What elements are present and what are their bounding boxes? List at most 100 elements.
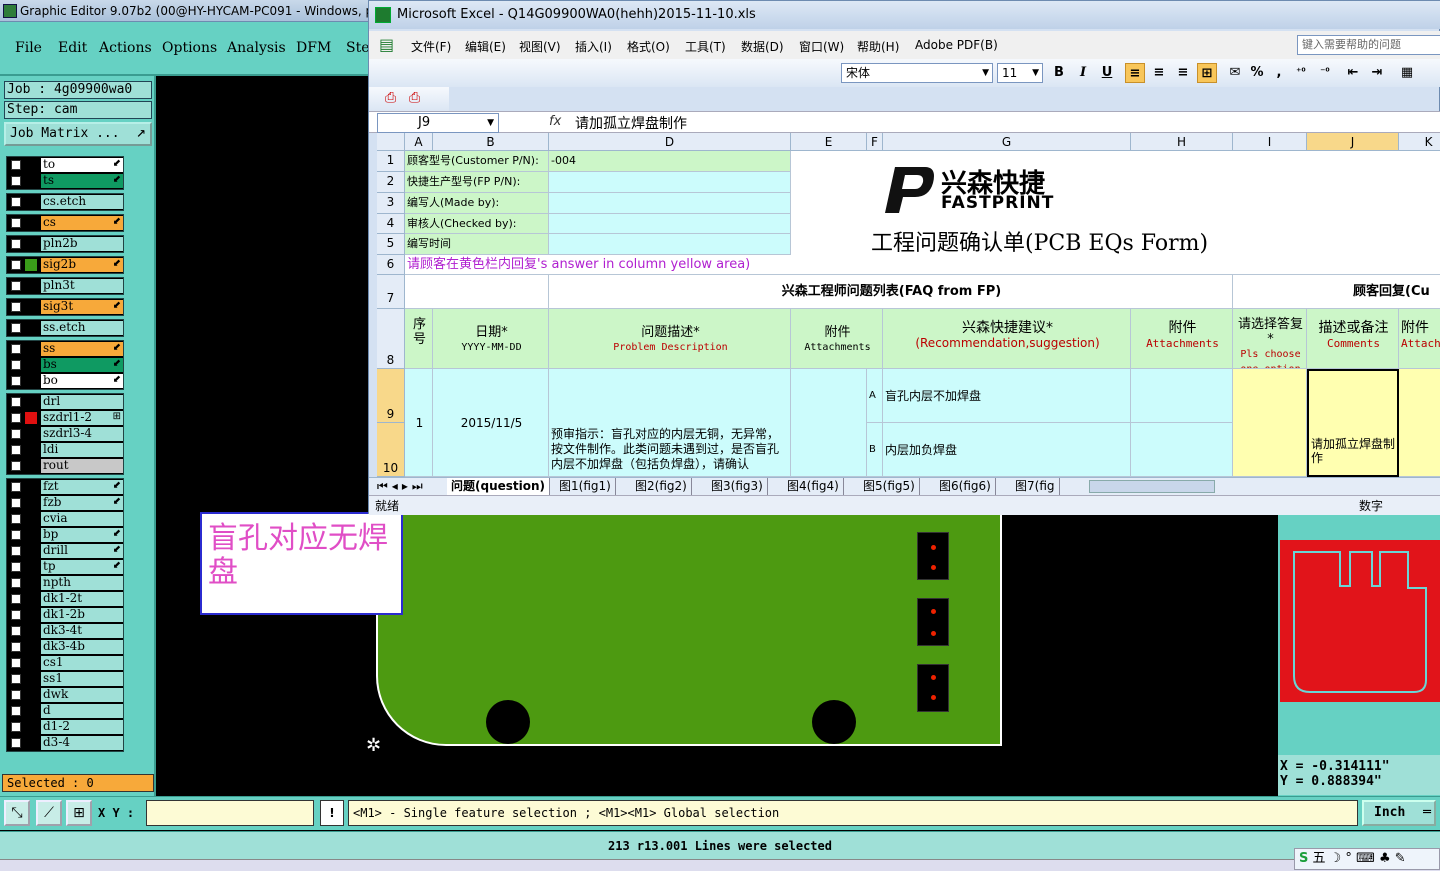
column-header-b[interactable]: B (433, 133, 549, 151)
increase-decimal-button[interactable]: ⁺⁰ (1291, 63, 1311, 83)
cell-customer-reply-header[interactable]: 顾客回复(Cu (1233, 275, 1440, 309)
menu-adobe-pdf[interactable]: Adobe PDF(B) (915, 38, 998, 52)
layer-name[interactable]: tp (41, 560, 123, 574)
layer-name[interactable]: ts (41, 174, 123, 188)
layer-checkbox[interactable] (11, 690, 21, 700)
cell-fp-pn-value[interactable] (549, 172, 791, 193)
cell-comments-header[interactable]: 描述或备注 Comments (1307, 309, 1399, 369)
layer-color-swatch[interactable] (25, 375, 37, 387)
layer-name[interactable]: drl (41, 395, 123, 409)
name-box[interactable]: J9 ▼ (377, 113, 499, 133)
layer-row-bp[interactable]: bp ⬋ (7, 527, 125, 543)
cell-fp-pn-label[interactable]: 快捷生产型号(FP P/N): (405, 172, 549, 193)
layer-checkbox[interactable] (11, 578, 21, 588)
pdf-email-icon[interactable]: ⎙ (409, 90, 420, 106)
cell-date-value[interactable] (549, 234, 791, 255)
layer-row-dwk[interactable]: dwk (7, 687, 125, 703)
cell-problem-header[interactable]: 问题描述* Problem Description (549, 309, 791, 369)
layer-name[interactable]: sig3t (41, 300, 123, 314)
layer-checkbox[interactable] (11, 323, 21, 333)
tab-question[interactable]: 问题(question) (447, 478, 551, 496)
layer-checkbox[interactable] (11, 642, 21, 652)
layer-row-d3-4[interactable]: d3-4 (7, 735, 125, 751)
layer-row-ts[interactable]: ts ⬋ (7, 173, 125, 189)
tab-fig4[interactable]: 图4(fig4) (783, 478, 844, 496)
layer-color-swatch[interactable] (25, 217, 37, 229)
layer-color-swatch[interactable] (25, 721, 37, 733)
layer-name[interactable]: bp (41, 528, 123, 542)
cell-made-by-value[interactable] (549, 193, 791, 214)
layer-checkbox[interactable] (11, 546, 21, 556)
column-header-h[interactable]: H (1131, 133, 1233, 151)
cell-customer-pn-value[interactable]: -004 (549, 151, 791, 172)
fx-icon[interactable]: fx (549, 114, 561, 129)
cell-date[interactable]: 2015/11/5 (433, 369, 549, 477)
row-header[interactable]: 2 (377, 172, 405, 193)
layer-row-cs.etch[interactable]: cs.etch (7, 194, 125, 210)
menu-edit-cn[interactable]: 编辑(E) (465, 38, 506, 55)
row-header[interactable]: 7 (377, 275, 405, 309)
cell-attach-header[interactable]: 附件 Attachments (791, 309, 883, 369)
drill-hole[interactable] (486, 700, 530, 744)
pad-pair[interactable] (917, 664, 949, 712)
layer-row-drl[interactable]: drl (7, 394, 125, 410)
layer-checkbox[interactable] (11, 429, 21, 439)
cell-comment-selected[interactable]: 请加孤立焊盘制作 (1307, 369, 1399, 477)
formula-input[interactable]: 请加孤立焊盘制作 (575, 113, 687, 133)
cell-customer-pn-label[interactable]: 顾客型号(Customer P/N): (405, 151, 549, 172)
layer-checkbox[interactable] (11, 360, 21, 370)
column-header-d[interactable]: D (549, 133, 791, 151)
cell-option-b-text[interactable]: 内层加负焊盘 (883, 423, 1131, 477)
layer-checkbox[interactable] (11, 498, 21, 508)
layer-name[interactable]: ss (41, 342, 123, 356)
layer-name[interactable]: dwk (41, 688, 123, 702)
layer-color-swatch[interactable] (25, 625, 37, 637)
layer-row-tp[interactable]: tp ⬋ (7, 559, 125, 575)
layer-checkbox[interactable] (11, 461, 21, 471)
column-header-e[interactable]: E (791, 133, 867, 151)
layer-name[interactable]: d (41, 704, 123, 718)
layer-color-swatch[interactable] (25, 412, 37, 424)
layer-color-swatch[interactable] (25, 428, 37, 440)
layer-checkbox[interactable] (11, 530, 21, 540)
layer-color-swatch[interactable] (25, 561, 37, 573)
menu-data-cn[interactable]: 数据(D) (741, 38, 784, 55)
xy-input[interactable] (146, 800, 314, 826)
menu-window-cn[interactable]: 窗口(W) (799, 38, 844, 55)
layer-row-pln2b[interactable]: pln2b (7, 236, 125, 252)
layer-color-swatch[interactable] (25, 280, 37, 292)
layer-row-dk3-4b[interactable]: dk3-4b (7, 639, 125, 655)
layer-row-cs[interactable]: cs ⬋ (7, 215, 125, 231)
column-header-i[interactable]: I (1233, 133, 1307, 151)
layer-row-fzt[interactable]: fzt ⬋ (7, 479, 125, 495)
layer-color-swatch[interactable] (25, 396, 37, 408)
cell-yellow-area-note[interactable]: 请顾客在黄色栏内回复's answer in column yellow are… (405, 255, 1440, 275)
cell-seq-header[interactable]: 序号 (405, 309, 433, 369)
menu-actions[interactable]: Actions (99, 40, 152, 56)
pdf-icon[interactable]: ⎙ (385, 90, 396, 106)
cell-checked-by-value[interactable] (549, 214, 791, 234)
measure-icon[interactable]: ⟋ (36, 800, 62, 826)
row-header[interactable]: 8 (377, 309, 405, 369)
layer-row-ss1[interactable]: ss1 (7, 671, 125, 687)
layer-name[interactable]: ss1 (41, 672, 123, 686)
layer-color-swatch[interactable] (25, 159, 37, 171)
column-header-f[interactable]: F (867, 133, 883, 151)
layer-color-swatch[interactable] (25, 343, 37, 355)
row-header[interactable]: 3 (377, 193, 405, 214)
bold-button[interactable]: B (1049, 63, 1069, 83)
layer-checkbox[interactable] (11, 658, 21, 668)
row-header[interactable]: 1 (377, 151, 405, 172)
layer-checkbox[interactable] (11, 413, 21, 423)
layer-checkbox[interactable] (11, 281, 21, 291)
pad-pair[interactable] (917, 532, 949, 580)
layer-row-d[interactable]: d (7, 703, 125, 719)
layer-row-rout[interactable]: rout (7, 458, 125, 474)
layer-name[interactable]: dk1-2t (41, 592, 123, 606)
help-search-input[interactable]: 键入需要帮助的问题 (1297, 35, 1440, 55)
layer-color-swatch[interactable] (25, 497, 37, 509)
tab-fig7[interactable]: 图7(fig (1011, 478, 1060, 496)
layer-color-swatch[interactable] (25, 301, 37, 313)
layer-name[interactable]: pln2b (41, 237, 123, 251)
cell-option-b[interactable]: B (867, 423, 883, 477)
